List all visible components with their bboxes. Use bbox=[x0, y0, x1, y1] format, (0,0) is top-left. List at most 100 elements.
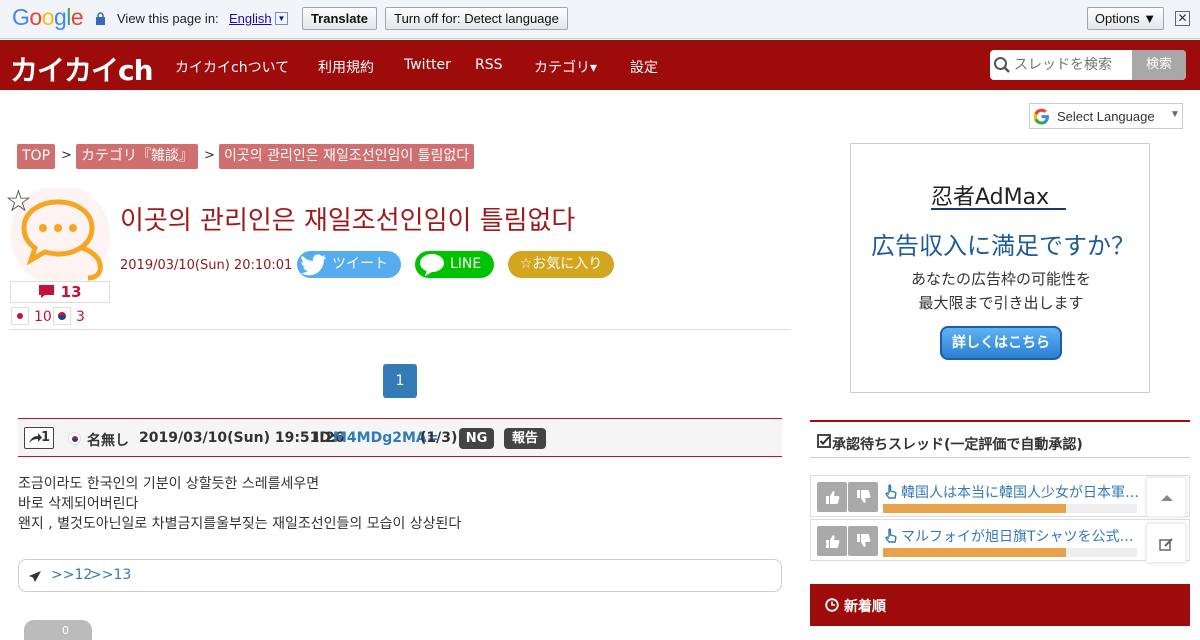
post-body-line: 바로 삭제되어버린다 bbox=[18, 496, 139, 512]
korea-flag-icon bbox=[68, 432, 81, 445]
divider bbox=[10, 329, 790, 330]
post-header: 1 名無し 2019/03/10(Sun) 19:51:26 ID: M4MDg… bbox=[18, 418, 782, 457]
pending-thread-title[interactable]: 韓国人は本当に韓国人少女が日本軍… bbox=[901, 482, 1161, 502]
post-body-line: 조금이라도 한국인의 기분이 상할듯한 스레를세우면 bbox=[18, 476, 320, 492]
thumbs-down-icon[interactable] bbox=[848, 482, 878, 512]
pending-threads-title: 承認待ちスレッド(一定評価で自動承認) bbox=[832, 437, 1083, 453]
select-language-label: Select Language bbox=[1057, 109, 1155, 124]
pending-thread-title[interactable]: マルフォイが旭日旗Tシャツを公式… bbox=[901, 526, 1161, 546]
close-icon[interactable]: ✕ bbox=[1175, 11, 1190, 26]
search-input[interactable] bbox=[1014, 50, 1132, 80]
compose-button[interactable] bbox=[1146, 523, 1186, 563]
thread-date: 2019/03/10(Sun) 20:10:01 bbox=[120, 258, 293, 273]
kr-count: 3 bbox=[76, 309, 85, 325]
breadcrumb-category[interactable]: カテゴリ『雑談』 bbox=[76, 144, 198, 169]
comment-icon bbox=[39, 285, 55, 298]
ad-headline: 広告収入に満足ですか？ bbox=[871, 232, 1135, 260]
newest-header: 新着順 bbox=[810, 584, 1190, 626]
nav-about[interactable]: カイカイchついて bbox=[175, 57, 289, 77]
advertisement[interactable]: 忍者AdMax 広告収入に満足ですか？ あなたの広告枠の可能性を 最大限まで引き… bbox=[850, 143, 1150, 393]
search-box: 検索 bbox=[990, 50, 1186, 80]
search-button[interactable]: 検索 bbox=[1132, 50, 1186, 80]
newest-title: 新着順 bbox=[844, 599, 886, 615]
language-dropdown-icon[interactable]: ▼ bbox=[275, 12, 288, 25]
favorite-button[interactable]: ☆お気に入り bbox=[508, 251, 614, 278]
reply-link[interactable]: >>13 bbox=[90, 567, 131, 583]
star-icon[interactable]: ☆ bbox=[5, 184, 32, 219]
pagination-current-page[interactable]: 1 bbox=[383, 364, 417, 398]
scroll-top-button[interactable] bbox=[1146, 477, 1186, 517]
pointing-hand-icon bbox=[885, 528, 897, 543]
options-button[interactable]: Options ▼ bbox=[1087, 7, 1164, 30]
line-label: LINE bbox=[450, 256, 482, 272]
line-chat-icon bbox=[420, 254, 444, 276]
language-link[interactable]: English bbox=[229, 11, 272, 26]
pointing-hand-icon bbox=[885, 484, 897, 499]
pending-threads-header: 承認待ちスレッド(一定評価で自動承認) bbox=[810, 420, 1190, 458]
google-logo-letter: g bbox=[53, 4, 67, 30]
line-button[interactable]: LINE bbox=[415, 251, 494, 278]
google-g-icon bbox=[1033, 108, 1049, 125]
thumbs-up-icon[interactable] bbox=[817, 482, 847, 512]
google-logo-letter: o bbox=[41, 4, 55, 30]
google-logo-letter: o bbox=[29, 4, 42, 30]
breadcrumb-separator: > bbox=[61, 148, 72, 163]
checkbox-icon bbox=[817, 434, 831, 448]
ad-subtext: 最大限まで引き出します bbox=[918, 294, 1084, 312]
pending-thread-item: マルフォイが旭日旗Tシャツを公式… bbox=[810, 519, 1190, 561]
tweet-button[interactable]: ツイート bbox=[297, 251, 401, 278]
select-language-widget[interactable]: Select Language ▼ bbox=[1029, 103, 1183, 129]
turn-off-button[interactable]: Turn off for: Detect language bbox=[385, 7, 568, 30]
site-header: カイカイch カイカイchついて 利用規約 Twitter RSS カテゴリ▾ … bbox=[0, 40, 1200, 90]
post-id-count: (1/3) bbox=[420, 430, 458, 446]
nav-terms[interactable]: 利用規約 bbox=[318, 57, 374, 77]
thread-title: 이곳의 관리인은 재일조선인임이 틀림없다 bbox=[120, 206, 576, 236]
ad-brand-underline bbox=[931, 208, 1066, 210]
reply-links-box: >>12 >>13 bbox=[18, 559, 782, 592]
ad-brand: 忍者AdMax bbox=[931, 185, 1050, 210]
ad-details-button[interactable]: 詳しくはこちら bbox=[940, 326, 1062, 360]
lock-icon bbox=[96, 12, 105, 25]
post-number-button[interactable]: 1 bbox=[24, 427, 54, 449]
reply-link[interactable]: >>12 bbox=[51, 567, 92, 583]
twitter-bird-icon bbox=[301, 254, 326, 276]
nav-rss[interactable]: RSS bbox=[475, 57, 503, 73]
thumbs-up-icon[interactable] bbox=[817, 526, 847, 556]
partial-button-label: 0 bbox=[62, 624, 69, 637]
chevron-up-icon bbox=[1161, 495, 1173, 501]
post-body-line: 왠지 , 별것도아닌일로 차별금지를울부짖는 재일조선인들의 모습이 상상된다 bbox=[18, 516, 462, 532]
rating-bar bbox=[883, 548, 1137, 557]
partial-button[interactable]: 0 bbox=[24, 620, 92, 640]
translate-bar: Google View this page in: English ▼ Tran… bbox=[0, 0, 1200, 39]
comment-count-value: 13 bbox=[60, 283, 82, 301]
pending-thread-item: 韓国人は本当に韓国人少女が日本軍… bbox=[810, 475, 1190, 517]
nav-category[interactable]: カテゴリ▾ bbox=[534, 57, 597, 77]
comment-count: 13 bbox=[10, 281, 110, 303]
reply-arrow-icon bbox=[29, 433, 42, 443]
google-logo: Google bbox=[12, 4, 84, 31]
breadcrumb-separator: > bbox=[204, 148, 215, 163]
view-page-in-text: View this page in: bbox=[117, 11, 219, 26]
breadcrumb-top[interactable]: TOP bbox=[17, 144, 56, 169]
search-icon bbox=[994, 57, 1010, 73]
google-logo-letter: e bbox=[70, 4, 84, 30]
report-button[interactable]: 報告 bbox=[504, 428, 546, 449]
korea-flag-icon bbox=[53, 307, 71, 325]
google-logo-letter: G bbox=[12, 4, 30, 30]
rating-bar bbox=[883, 504, 1137, 513]
nav-twitter[interactable]: Twitter bbox=[404, 57, 451, 73]
chevron-down-icon: ▼ bbox=[1170, 109, 1180, 120]
breadcrumb-current[interactable]: 이곳의 관리인은 재일조선인임이 틀림없다 bbox=[219, 144, 475, 169]
clock-icon bbox=[825, 598, 839, 612]
ng-button[interactable]: NG bbox=[459, 428, 494, 449]
ad-subtext: あなたの広告枠の可能性を bbox=[910, 270, 1091, 288]
tweet-label: ツイート bbox=[332, 256, 388, 272]
site-logo[interactable]: カイカイch bbox=[10, 49, 154, 89]
post-author: 名無し bbox=[87, 433, 129, 449]
thumbs-down-icon[interactable] bbox=[848, 526, 878, 556]
jp-count: 10 bbox=[34, 309, 52, 325]
paper-plane-icon bbox=[29, 571, 41, 582]
translate-button[interactable]: Translate bbox=[302, 7, 377, 30]
nav-settings[interactable]: 設定 bbox=[630, 57, 658, 77]
edit-icon bbox=[1159, 538, 1173, 551]
